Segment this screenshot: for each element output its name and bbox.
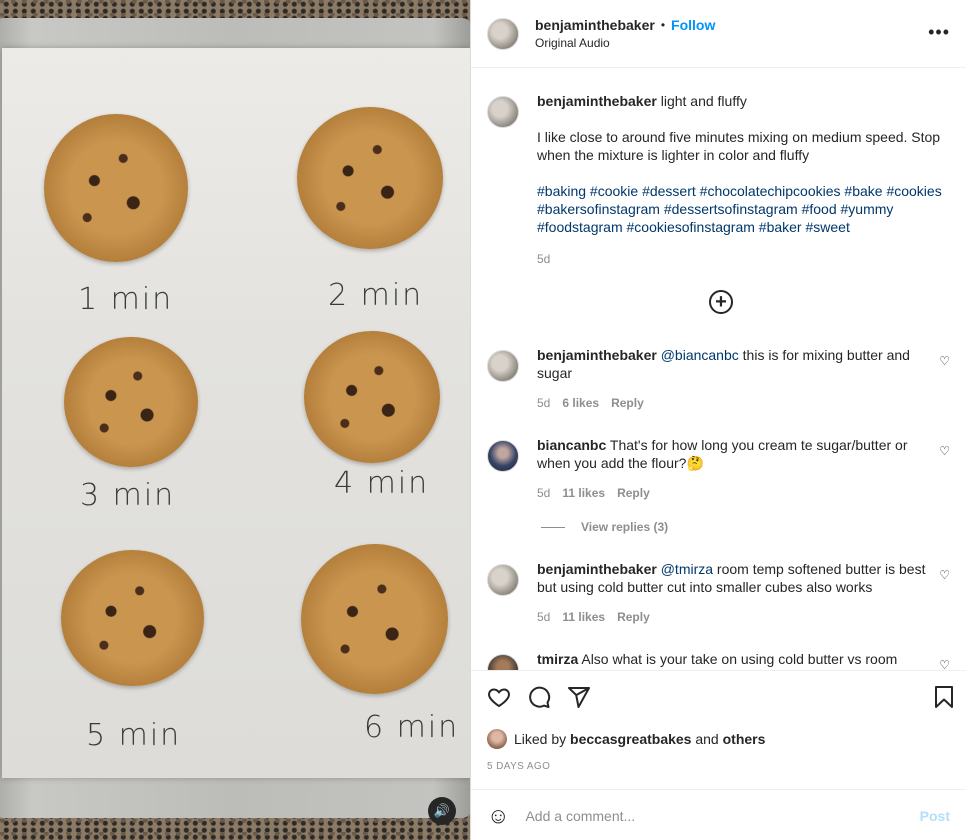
bookmark-icon[interactable] <box>932 685 956 709</box>
heart-icon[interactable]: ♡ <box>939 658 950 670</box>
comment-time: 5d <box>537 610 551 624</box>
like-heart-icon[interactable] <box>487 685 511 709</box>
comment-username[interactable]: biancanbc <box>537 437 606 453</box>
label-4-min: 4 min <box>334 466 430 501</box>
heart-icon[interactable]: ♡ <box>939 568 950 582</box>
avatar[interactable] <box>487 17 519 50</box>
comment-mention[interactable]: @biancanbc <box>661 347 739 363</box>
post-actions: Liked by beccasgreatbakes and others 5 D… <box>471 670 966 840</box>
label-5-min: 5 min <box>86 718 182 753</box>
avatar[interactable] <box>487 350 519 382</box>
label-2-min: 2 min <box>328 278 424 313</box>
load-more-comments-icon[interactable]: + <box>709 290 733 314</box>
emoji-icon[interactable]: ☺ <box>487 803 509 829</box>
comment-likes[interactable]: 11 likes <box>562 484 605 502</box>
reply-button[interactable]: Reply <box>617 484 650 502</box>
speaker-icon[interactable]: 🔊 <box>428 797 456 825</box>
label-1-min: 1 min <box>78 282 174 317</box>
follow-button[interactable]: Follow <box>671 17 715 33</box>
liked-by-prefix: Liked by <box>514 731 567 747</box>
reply-button[interactable]: Reply <box>611 394 644 412</box>
post-side-panel: benjaminthebaker • Follow Original Audio… <box>470 0 966 840</box>
heart-icon[interactable]: ♡ <box>939 354 950 368</box>
liked-by-and: and <box>695 731 719 747</box>
replies-divider <box>541 526 565 528</box>
comment-time: 5d <box>537 486 551 500</box>
label-3-min: 3 min <box>80 478 176 513</box>
cookie-6-min <box>301 544 448 694</box>
reply-button[interactable]: Reply <box>617 608 650 626</box>
avatar[interactable] <box>487 96 519 128</box>
cookie-5-min <box>61 550 204 686</box>
separator-dot: • <box>660 18 666 32</box>
liked-by: Liked by beccasgreatbakes and others <box>487 729 765 749</box>
cookie-2-min <box>297 107 443 249</box>
cookie-1-min <box>44 114 188 262</box>
view-replies-label: View replies (3) <box>581 520 669 534</box>
liked-by-others[interactable]: others <box>723 731 766 747</box>
comment-item: biancanbc That's for how long you cream … <box>487 436 950 502</box>
caption-hashtags[interactable]: #baking #cookie #dessert #chocolatechipc… <box>537 182 950 236</box>
comments-list[interactable]: benjaminthebaker light and fluffy I like… <box>471 68 966 670</box>
post-media[interactable]: 1 min 2 min 3 min 4 min 5 min 6 min 🔊 <box>0 0 470 840</box>
comment-likes[interactable]: 11 likes <box>562 608 605 626</box>
caption-time: 5d <box>537 252 551 266</box>
share-icon[interactable] <box>567 685 591 709</box>
comment-item: tmirza Also what is your take on using c… <box>487 650 950 670</box>
comment-text: Also what is your take on using cold but… <box>578 651 898 667</box>
avatar[interactable] <box>487 564 519 596</box>
comment-username[interactable]: tmirza <box>537 651 578 667</box>
cookie-3-min <box>64 337 198 467</box>
avatar[interactable] <box>487 729 507 749</box>
original-audio-link[interactable]: Original Audio <box>535 36 715 50</box>
comment-likes[interactable]: 6 likes <box>562 394 599 412</box>
liked-by-user[interactable]: beccasgreatbakes <box>570 731 691 747</box>
comment-item: benjaminthebaker @tmirza room temp softe… <box>487 560 950 626</box>
comment-input[interactable]: Add a comment... <box>525 808 919 824</box>
comment-username[interactable]: benjaminthebaker <box>537 347 657 363</box>
caption-username[interactable]: benjaminthebaker <box>537 93 657 109</box>
label-6-min: 6 min <box>364 710 460 745</box>
caption: benjaminthebaker light and fluffy I like… <box>487 92 950 268</box>
comment-icon[interactable] <box>527 685 551 709</box>
avatar[interactable] <box>487 654 519 670</box>
post-header: benjaminthebaker • Follow Original Audio… <box>471 0 966 68</box>
post-button[interactable]: Post <box>920 808 950 824</box>
header-username[interactable]: benjaminthebaker <box>535 17 655 33</box>
avatar[interactable] <box>487 440 519 472</box>
comment-item: benjaminthebaker @biancanbc this is for … <box>487 346 950 412</box>
heart-icon[interactable]: ♡ <box>939 444 950 458</box>
post-date: 5 DAYS AGO <box>487 761 551 772</box>
caption-text: I like close to around five minutes mixi… <box>537 129 941 163</box>
add-comment-bar: ☺ Add a comment... Post <box>471 789 966 840</box>
more-options-icon[interactable]: ••• <box>928 22 950 43</box>
cookie-4-min <box>304 331 440 463</box>
view-replies-button[interactable]: View replies (3) <box>541 520 668 534</box>
comment-username[interactable]: benjaminthebaker <box>537 561 657 577</box>
caption-title: light and fluffy <box>660 93 747 109</box>
comment-time: 5d <box>537 396 551 410</box>
comment-mention[interactable]: @tmirza <box>661 561 713 577</box>
